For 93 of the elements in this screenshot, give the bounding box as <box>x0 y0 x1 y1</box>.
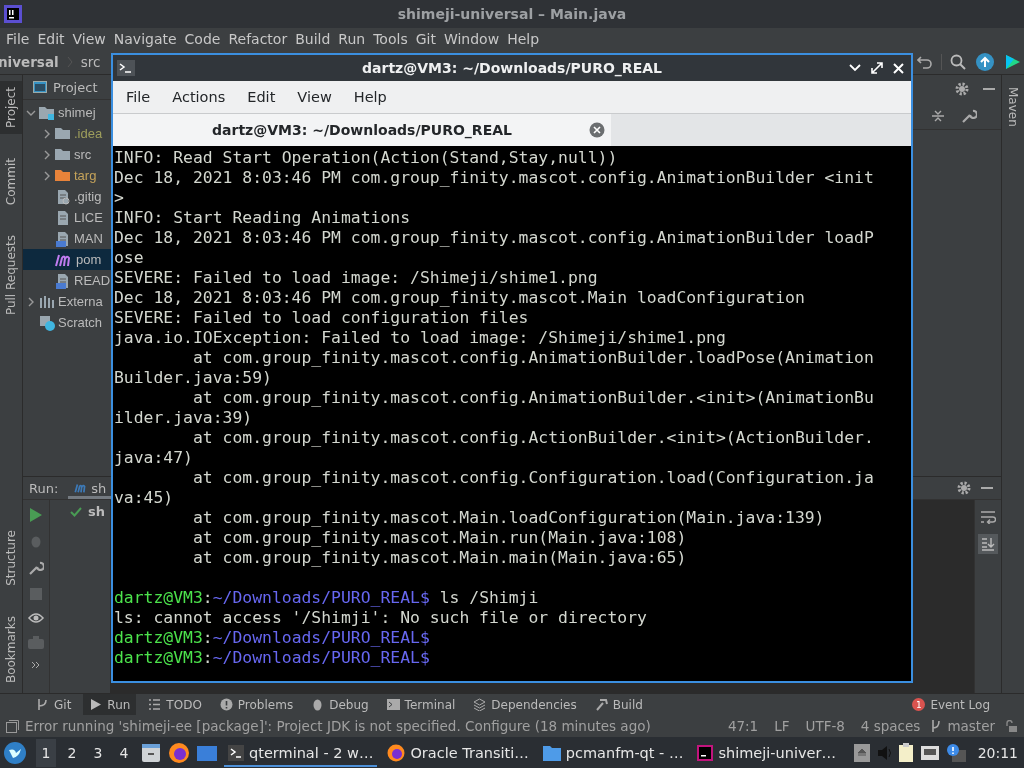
terminal-tab[interactable]: dartz@VM3: ~/Downloads/PURO_REAL <box>113 114 611 146</box>
window-title: shimeji-universal – Main.java <box>397 6 627 22</box>
tree-item[interactable]: targ <box>23 165 111 186</box>
terminal-line: at com.group_finity.mascot.Main.run(Main.java:108) <box>191 528 687 548</box>
indent-setting[interactable]: 4 spaces <box>855 718 926 734</box>
caret-position[interactable]: 47:1 <box>722 718 764 734</box>
tree-item[interactable]: MAN <box>23 228 111 249</box>
tree-item[interactable]: pom <box>23 249 111 270</box>
terminal-line: INFO: Read Start Operation(Action(Stand,Stay,null)) <box>114 148 618 168</box>
status-message[interactable]: Error running 'shimeji-ee [package]': Project JDK is not specified. Configure (18 minutes ago) <box>25 718 651 734</box>
tree-item[interactable]: Externa <box>23 291 111 312</box>
terminal-line: va:45) <box>114 488 174 508</box>
menu-item[interactable]: Actions <box>161 89 237 105</box>
terminal-line: Dec 18, 2021 8:03:46 PM com.group_finity.mascot.config.AnimationBuilder loadP <box>114 228 874 248</box>
terminal-line: at com.group_finity.mascot.Main.loadConfiguration(Main.java:139) <box>191 508 825 528</box>
clock[interactable]: 20:11 <box>977 744 1018 761</box>
terminal-line: SEVERE: Failed to load configuration files <box>114 308 529 328</box>
file-encoding[interactable]: UTF-8 <box>800 718 850 734</box>
menu-item[interactable]: File <box>115 89 162 105</box>
tool-window-tab[interactable]: Pull Requests <box>0 229 22 322</box>
menu-item[interactable]: Run <box>334 31 370 47</box>
terminal-line: ose <box>114 248 144 268</box>
menu-item[interactable]: Refactor <box>224 31 292 47</box>
tool-window-button[interactable]: Build <box>588 694 649 715</box>
taskbar-window-button[interactable]: Oracle Transiti… <box>383 738 533 767</box>
terminal-line: Dec 18, 2021 8:03:46 PM com.group_finity.mascot.Main loadConfiguration <box>114 288 805 308</box>
taskbar-window-button[interactable]: shimeji-univer… <box>693 738 840 767</box>
tree-item[interactable]: LICE <box>23 207 111 228</box>
terminal-line: at com.group_finity.mascot.Main.main(Main.java:65) <box>191 548 687 568</box>
terminal-line: java:47) <box>114 448 193 468</box>
terminal-line: Builder.java:59) <box>114 368 272 388</box>
menu-item[interactable]: Navigate <box>109 31 181 47</box>
window-title: dartz@VM3: ~/Downloads/PURO_REAL <box>362 60 662 76</box>
tool-window-button[interactable]: Run <box>83 694 137 715</box>
tree-item[interactable]: shimej <box>23 102 111 123</box>
menu-item[interactable]: Help <box>342 89 398 105</box>
terminal-prompt-line: dartz@VM3:~/Downloads/PURO_REAL$ ls /Shimji <box>114 588 539 608</box>
tool-window-button[interactable]: TODO <box>142 694 208 715</box>
panel-title: Run: <box>29 480 59 496</box>
menu-item[interactable]: File <box>2 31 34 47</box>
count-badge: 1 <box>912 698 926 711</box>
terminal-line: INFO: Start Reading Animations <box>114 208 411 228</box>
workspace-button[interactable]: 3 <box>88 738 108 767</box>
menu-item[interactable]: Window <box>439 31 504 47</box>
menu-item[interactable]: Build <box>291 31 335 47</box>
tool-window-button[interactable]: Dependencies <box>467 694 583 715</box>
tool-window-tab[interactable]: Maven <box>1002 81 1024 133</box>
menu-item[interactable]: View <box>286 89 343 105</box>
tool-window-button[interactable]: Git <box>30 694 78 715</box>
terminal-line: at com.group_finity.mascot.config.Configuration.load(Configuration.ja <box>191 468 874 488</box>
menu-item[interactable]: Tools <box>369 31 412 47</box>
run-tree-item[interactable]: sh <box>70 504 105 519</box>
breadcrumb[interactable]: niversal <box>0 54 59 70</box>
git-branch[interactable]: master <box>947 718 1000 734</box>
terminal-line: ilder.java:39) <box>114 408 253 428</box>
tool-window-button[interactable]: Problems <box>213 694 300 715</box>
workspace-button[interactable]: 4 <box>114 738 134 767</box>
tree-item[interactable]: Scratch <box>23 312 111 333</box>
menu-item[interactable]: Code <box>180 31 225 47</box>
terminal-line: ls: cannot access '/Shimji': No such file or directory <box>114 608 647 628</box>
workspace-button[interactable]: 2 <box>62 738 82 767</box>
terminal-line: Dec 18, 2021 8:03:46 PM com.group_finity.mascot.config.AnimationBuilder <init <box>114 168 874 188</box>
tool-window-tab[interactable]: Structure <box>0 524 22 592</box>
breadcrumb[interactable]: src <box>80 54 101 70</box>
tree-item[interactable]: READ <box>23 270 111 291</box>
tool-window-button[interactable]: Debug <box>305 694 375 715</box>
panel-title[interactable]: Project <box>53 79 98 95</box>
tool-window-tab[interactable]: Bookmarks <box>0 609 22 689</box>
menu-item[interactable]: Help <box>503 31 544 47</box>
terminal-line: SEVERE: Failed to load image: /Shimeji/shime1.png <box>114 268 598 288</box>
tree-item[interactable]: src <box>23 144 111 165</box>
menu-item[interactable]: Git <box>411 31 440 47</box>
run-tab[interactable]: sh <box>68 477 113 499</box>
tree-item[interactable]: .idea <box>23 123 111 144</box>
taskbar-window-button[interactable]: pcmanfm-qt - … <box>538 738 688 767</box>
workspace-button[interactable]: 1 <box>36 738 56 767</box>
taskbar-window-button[interactable]: qterminal - 2 w… <box>224 738 378 767</box>
terminal-line: at com.group_finity.mascot.config.ActionBuilder.<init>(ActionBuilder. <box>191 428 874 448</box>
tree-item[interactable]: .gitig <box>23 186 111 207</box>
menu-item[interactable]: View <box>68 31 110 47</box>
terminal-line: > <box>114 188 124 208</box>
terminal-line: java.io.IOException: Failed to load image: /Shimeji/shime1.png <box>114 328 726 348</box>
line-separator[interactable]: LF <box>769 718 795 734</box>
terminal-line: at com.group_finity.mascot.config.AnimationBuilder.loadPose(Animation <box>191 348 874 368</box>
menu-item[interactable]: Edit <box>33 31 69 47</box>
menu-item[interactable]: Edit <box>236 89 287 105</box>
tool-window-tab[interactable]: Commit <box>0 152 22 212</box>
tool-window-button[interactable]: Terminal <box>380 694 462 715</box>
event-log-button[interactable]: 1 Event Log <box>906 694 996 715</box>
terminal-line: at com.group_finity.mascot.config.AnimationBuilder.<init>(AnimationBu <box>191 388 874 408</box>
terminal-prompt-line: dartz@VM3:~/Downloads/PURO_REAL$ <box>114 628 430 648</box>
terminal-prompt-line: dartz@VM3:~/Downloads/PURO_REAL$ <box>114 648 430 668</box>
tool-window-tab[interactable]: Project <box>0 81 22 135</box>
